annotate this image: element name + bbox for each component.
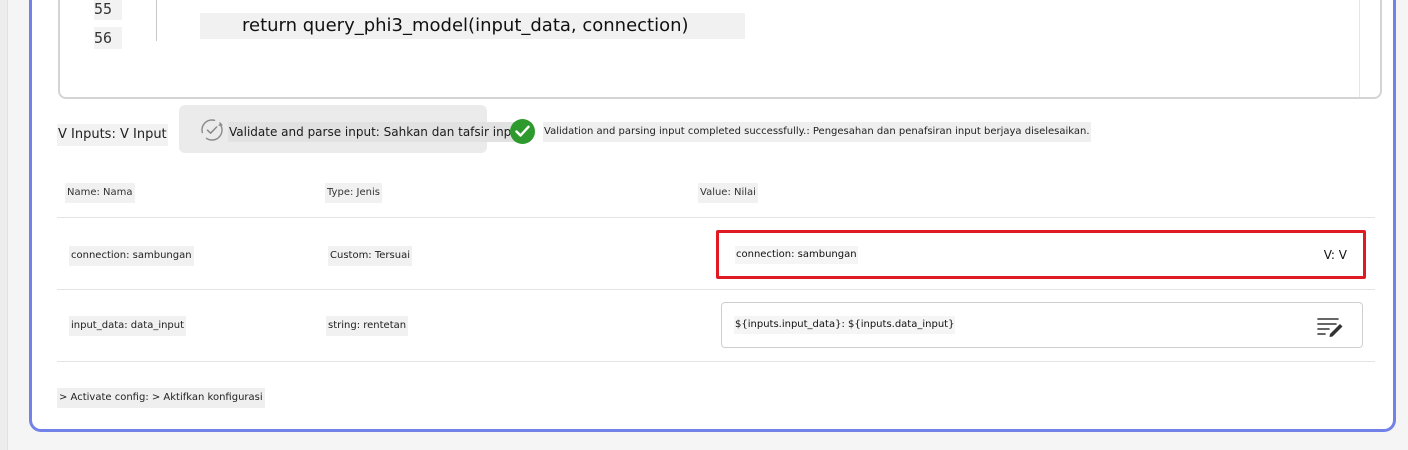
success-check-icon: [510, 119, 535, 144]
status-row: V Inputs: V Input Validate and parse inp…: [57, 105, 1357, 155]
column-header-name: Name: Nama: [65, 183, 135, 203]
chevron-down-icon[interactable]: V: V: [1324, 246, 1347, 264]
activate-config-toggle[interactable]: > Activate config: > Aktifkan konfiguras…: [57, 388, 265, 408]
edit-text-icon[interactable]: [1316, 315, 1344, 337]
table-row: input_data: data_input string: rentetan …: [57, 290, 1375, 362]
connection-select[interactable]: connection: sambungan V: V: [716, 230, 1366, 279]
code-editor[interactable]: 54 55 56 return query_phi3_model(input_d…: [58, 0, 1382, 99]
column-header-value: Value: Nilai: [698, 183, 758, 203]
input-name-cell: input_data: data_input: [69, 316, 187, 336]
page: 54 55 56 return query_phi3_model(input_d…: [0, 0, 1408, 450]
line-number: 55: [94, 0, 122, 20]
table-row: connection: sambungan Custom: Tersuai co…: [57, 218, 1375, 290]
input-data-value: ${inputs.input_data}: ${inputs.data_inpu…: [734, 316, 956, 334]
input-name-cell: connection: sambungan: [69, 246, 194, 266]
validate-sync-icon: [201, 119, 223, 141]
code-line[interactable]: return query_phi3_model(input_data, conn…: [200, 13, 745, 39]
input-data-value-field[interactable]: ${inputs.input_data}: ${inputs.data_inpu…: [721, 302, 1363, 348]
left-rail: [0, 0, 8, 450]
connection-select-value: connection: sambungan: [735, 246, 858, 264]
column-header-type: Type: Jenis: [325, 183, 382, 203]
input-type-cell: Custom: Tersuai: [328, 246, 412, 266]
input-type-cell: string: rentetan: [326, 316, 409, 336]
validate-parse-button[interactable]: Validate and parse input: Sahkan dan taf…: [179, 105, 525, 153]
gutter-divider: [156, 0, 157, 41]
inputs-section-label: V Inputs: V Input: [57, 124, 168, 146]
line-number-gutter: 54 55 56: [60, 0, 156, 97]
editor-scrollbar[interactable]: [1359, 0, 1360, 97]
table-header-row: Name: Nama Type: Jenis Value: Nilai: [57, 165, 1375, 218]
inputs-table: Name: Nama Type: Jenis Value: Nilai conn…: [57, 165, 1375, 362]
validate-parse-label: Validate and parse input: Sahkan dan taf…: [228, 122, 525, 142]
validation-success-message: Validation and parsing input completed s…: [543, 122, 1091, 142]
line-number: 56: [94, 27, 122, 49]
